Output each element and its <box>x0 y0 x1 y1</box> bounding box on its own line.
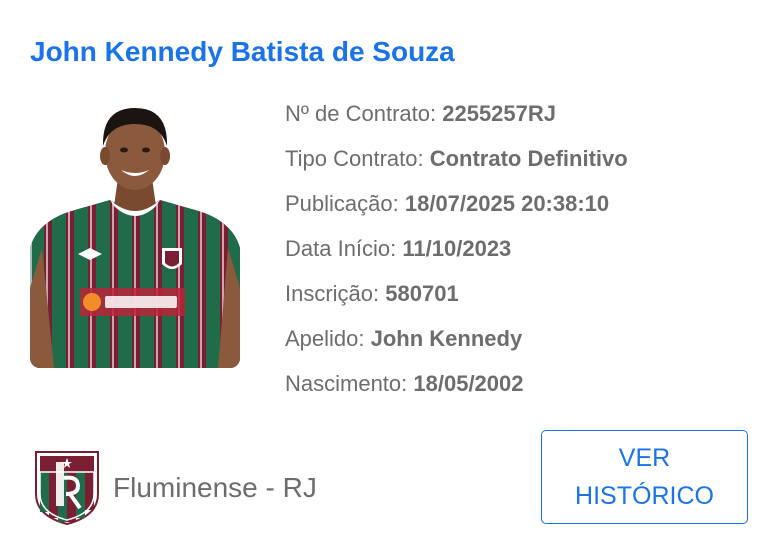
detail-label: Nº de Contrato: <box>285 101 443 126</box>
detail-label: Apelido: <box>285 326 371 351</box>
club-name: Fluminense - RJ <box>113 472 317 503</box>
detail-label: Inscrição: <box>285 281 386 306</box>
detail-start-date: Data Início: 11/10/2023 <box>285 233 628 278</box>
detail-publication: Publicação: 18/07/2025 20:38:10 <box>285 188 628 233</box>
club-info: Fluminense - RJ <box>34 450 317 526</box>
detail-label: Publicação: <box>285 191 405 216</box>
detail-value: 18/07/2025 20:38:10 <box>404 191 610 216</box>
detail-contract-type: Tipo Contrato: Contrato Definitivo <box>285 143 628 188</box>
detail-value: 18/05/2002 <box>413 371 524 396</box>
club-crest-icon <box>35 451 99 526</box>
detail-nickname: Apelido: John Kennedy <box>285 323 628 368</box>
detail-birth-date: Nascimento: 18/05/2002 <box>285 368 628 413</box>
detail-contract-number: Nº de Contrato: 2255257RJ <box>285 98 628 143</box>
player-photo <box>30 98 240 368</box>
detail-value: Contrato Definitivo <box>429 146 628 171</box>
detail-value: John Kennedy <box>370 326 523 351</box>
detail-value: 580701 <box>385 281 459 306</box>
contract-details: Nº de Contrato: 2255257RJ Tipo Contrato:… <box>285 98 628 413</box>
detail-value: 2255257RJ <box>442 101 557 126</box>
view-history-button[interactable]: VER HISTÓRICO <box>541 430 748 524</box>
detail-label: Tipo Contrato: <box>285 146 430 171</box>
player-contract-card: John Kennedy Batista de Souza Nº de Cont… <box>0 0 777 551</box>
player-photo-image <box>30 108 240 368</box>
detail-label: Data Início: <box>285 236 403 261</box>
detail-registration: Inscrição: 580701 <box>285 278 628 323</box>
detail-value: 11/10/2023 <box>402 236 512 261</box>
player-name: John Kennedy Batista de Souza <box>30 36 455 67</box>
detail-label: Nascimento: <box>285 371 414 396</box>
